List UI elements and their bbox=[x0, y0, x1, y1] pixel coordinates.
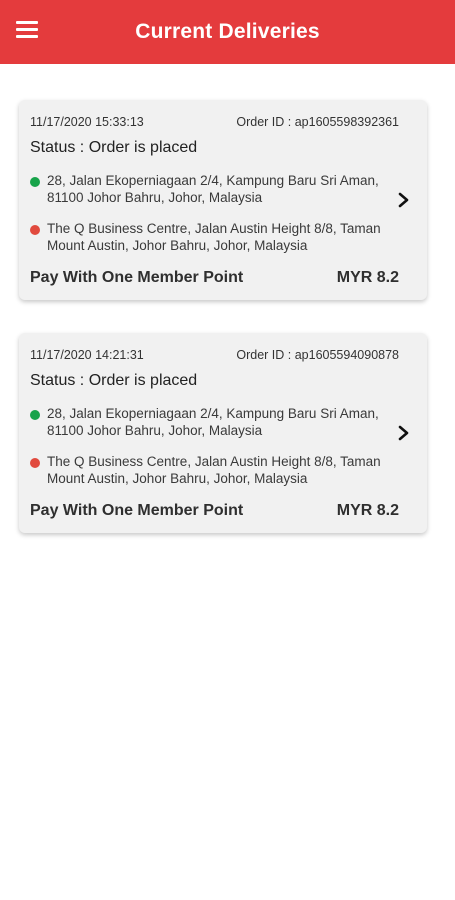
order-timestamp: 11/17/2020 14:21:31 bbox=[30, 348, 144, 362]
order-amount: MYR 8.2 bbox=[336, 502, 399, 519]
pickup-address: 28, Jalan Ekoperniagaan 2/4, Kampung Bar… bbox=[47, 406, 379, 438]
order-status: Status : Order is placed bbox=[30, 372, 198, 389]
delivery-card[interactable]: 11/17/2020 14:21:31 Order ID : ap1605594… bbox=[19, 333, 427, 533]
page-title: Current Deliveries bbox=[135, 20, 320, 43]
dropoff-dot-icon bbox=[30, 458, 40, 468]
pickup-address: 28, Jalan Ekoperniagaan 2/4, Kampung Bar… bbox=[47, 173, 379, 205]
payment-method: Pay With One Member Point bbox=[30, 269, 244, 286]
dropoff-dot-icon bbox=[30, 225, 40, 235]
order-id: Order ID : ap1605598392361 bbox=[236, 115, 399, 129]
payment-method: Pay With One Member Point bbox=[30, 502, 244, 519]
app-bar: Current Deliveries bbox=[0, 0, 455, 64]
order-timestamp: 11/17/2020 15:33:13 bbox=[30, 115, 144, 129]
chevron-right-icon[interactable] bbox=[397, 192, 411, 208]
pickup-dot-icon bbox=[30, 177, 40, 187]
dropoff-address: The Q Business Centre, Jalan Austin Heig… bbox=[47, 454, 381, 486]
hamburger-menu-icon[interactable] bbox=[16, 21, 38, 39]
order-status: Status : Order is placed bbox=[30, 139, 198, 156]
order-amount: MYR 8.2 bbox=[336, 269, 399, 286]
delivery-card[interactable]: 11/17/2020 15:33:13 Order ID : ap1605598… bbox=[19, 100, 427, 300]
pickup-dot-icon bbox=[30, 410, 40, 420]
dropoff-address: The Q Business Centre, Jalan Austin Heig… bbox=[47, 221, 381, 253]
chevron-right-icon[interactable] bbox=[397, 425, 411, 441]
order-id: Order ID : ap1605594090878 bbox=[236, 348, 399, 362]
